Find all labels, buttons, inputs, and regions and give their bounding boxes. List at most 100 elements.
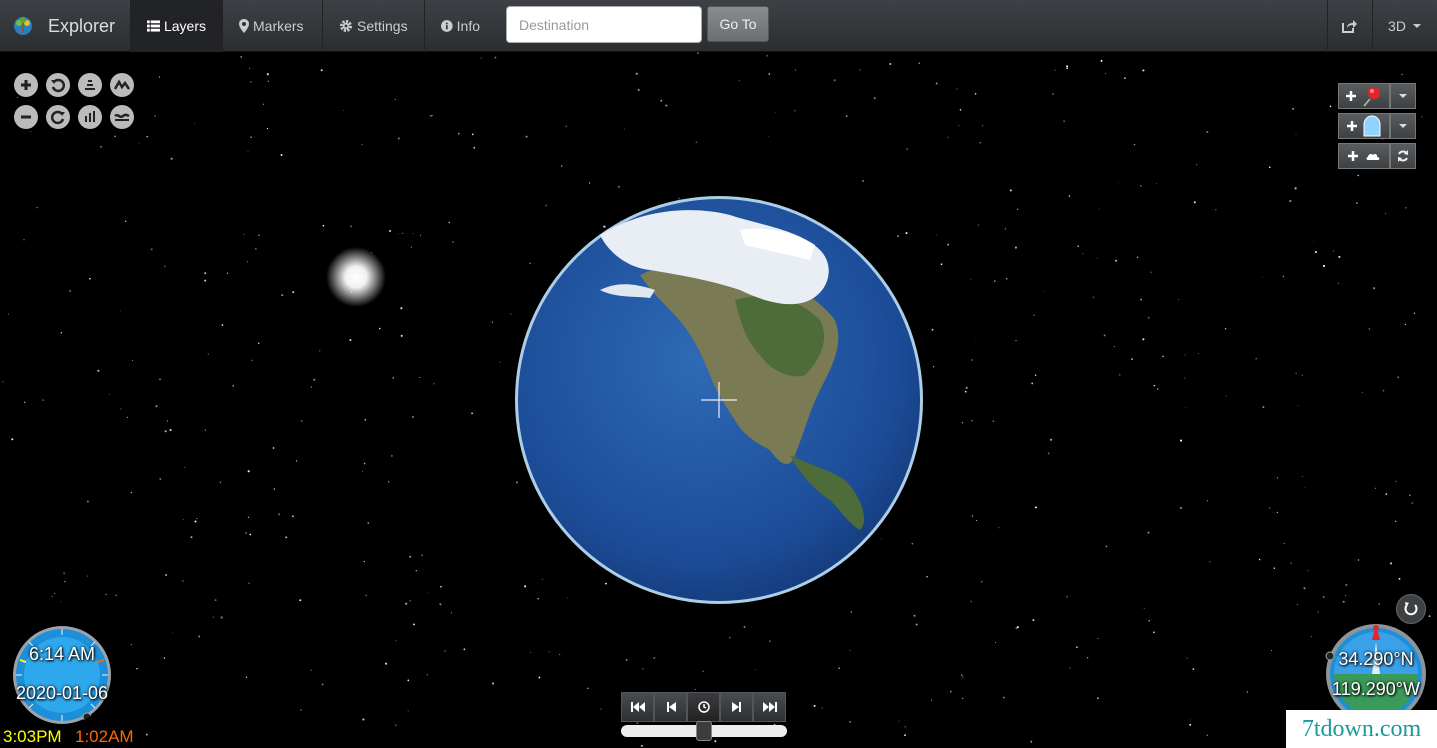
star [300,709,302,711]
star [278,513,281,516]
star [1077,245,1080,248]
caret-down-icon [1399,94,1407,98]
star [155,405,158,408]
destination-input[interactable] [506,6,702,43]
star [956,88,958,90]
shape-options-dropdown[interactable] [1390,113,1416,139]
star [36,206,38,209]
tilt-up-button[interactable] [78,73,102,97]
terrain-up-button[interactable] [110,73,134,97]
star [11,438,14,441]
clock-dial[interactable] [12,625,112,725]
zoom-out-button[interactable] [14,105,38,129]
step-forward-button[interactable] [720,692,753,722]
star [450,612,452,614]
star [1002,696,1005,699]
time-slider[interactable] [621,721,787,741]
star [319,350,321,352]
star [1297,405,1299,407]
brand[interactable]: Explorer [12,0,115,52]
add-placemark-button[interactable] [1338,83,1390,109]
star [931,328,934,331]
star [1215,209,1217,211]
globe-viewport[interactable] [0,52,1437,748]
star [440,585,442,588]
star [515,481,519,484]
star [859,69,861,71]
star [198,635,201,638]
star [105,593,107,596]
current-time-button[interactable] [687,692,720,722]
star [1304,486,1306,488]
nav-tab-markers[interactable]: Markers [222,0,322,52]
refresh-layers-button[interactable] [1390,143,1416,169]
star [1276,477,1278,479]
skip-to-start-button[interactable] [621,692,654,722]
star [541,578,543,580]
add-shape-button[interactable] [1338,113,1390,139]
nav-tab-markers-label: Markers [253,18,304,34]
star [1395,480,1397,482]
rotate-left-button[interactable] [46,73,70,97]
star [273,488,276,490]
star [204,279,207,282]
terrain-down-button[interactable] [110,105,134,129]
nav-tab-layers[interactable]: Layers [130,0,222,52]
star [1294,187,1297,190]
star [1282,275,1285,278]
step-back-button[interactable] [654,692,687,722]
star [367,522,370,524]
star [1189,723,1192,726]
local-time: 3:03PM [3,727,62,746]
refresh-icon [1398,150,1408,162]
earth-globe[interactable] [515,196,923,604]
star [1192,668,1195,670]
star [1206,734,1208,736]
reset-view-button[interactable] [1396,594,1426,624]
plus-icon [21,80,31,90]
star [1186,657,1188,659]
time-slider-thumb[interactable] [696,721,712,741]
nav-tab-settings[interactable]: Settings [322,0,424,52]
rotate-right-button[interactable] [46,105,70,129]
star [394,98,396,100]
star [387,481,390,483]
star [1290,562,1292,565]
share-button[interactable] [1327,0,1372,52]
star [728,636,731,639]
tilt-down-button[interactable] [78,105,102,129]
star [204,272,207,275]
star [561,165,563,167]
star [69,289,72,292]
star [384,662,388,665]
view-mode-dropdown[interactable]: 3D [1372,0,1437,52]
star [172,632,173,634]
go-to-button[interactable]: Go To [707,6,769,42]
star [471,133,474,136]
star [299,599,302,602]
star [407,710,409,712]
nav-tab-info[interactable]: Info [424,0,496,52]
plus-icon [1347,121,1357,131]
star [1103,334,1106,337]
star [244,531,248,535]
star [970,600,972,603]
star [1357,559,1360,561]
star [163,657,166,659]
star [182,518,184,520]
zoom-in-button[interactable] [14,73,38,97]
star [1142,338,1145,341]
star [1225,395,1227,397]
plus-icon [1346,91,1356,101]
placemark-options-dropdown[interactable] [1390,83,1416,109]
add-weather-layer-button[interactable] [1338,143,1390,169]
star [463,648,466,651]
star [1097,637,1099,639]
skip-to-end-button[interactable] [753,692,786,722]
star [1404,206,1407,209]
star [196,518,198,519]
star [295,460,298,462]
list-icon [147,20,160,32]
star [935,234,937,236]
star [1404,323,1406,326]
